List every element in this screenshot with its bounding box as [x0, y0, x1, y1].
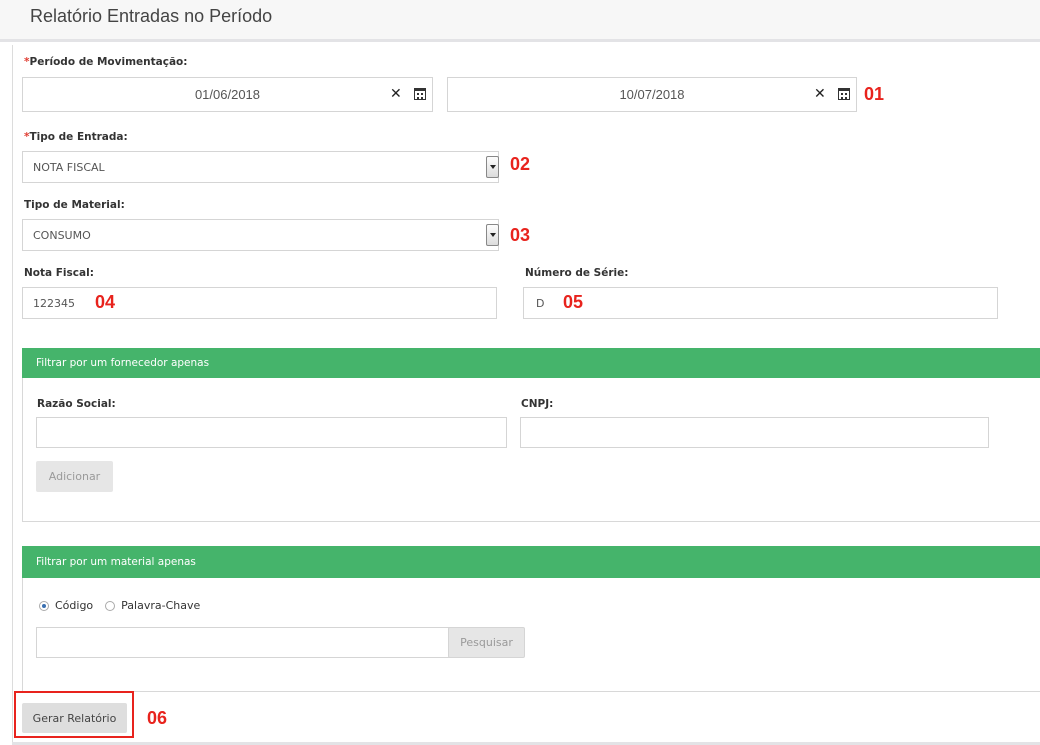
numero-serie-value: D	[536, 296, 545, 310]
tipo-entrada-label-text: Tipo de Entrada:	[29, 131, 128, 143]
nota-fiscal-label: Nota Fiscal:	[24, 267, 94, 279]
annotation-05: 05	[563, 292, 584, 312]
annotation-02: 02	[510, 154, 531, 174]
calendar-icon[interactable]	[838, 88, 850, 100]
radio-palavra-chave[interactable]	[105, 600, 116, 611]
generate-report-button[interactable]: Gerar Relatório	[22, 703, 127, 733]
razao-social-input[interactable]	[36, 417, 507, 448]
nota-fiscal-input[interactable]: 122345	[22, 287, 497, 319]
periodo-label-text: Período de Movimentação:	[29, 56, 188, 68]
period-end-input[interactable]: 10/07/2018 ✕	[447, 77, 857, 112]
radio-palavra-chave-label: Palavra-Chave	[121, 599, 201, 612]
annotation-06: 06	[147, 708, 168, 728]
close-icon[interactable]: ✕	[390, 87, 402, 101]
radio-codigo-label: Código	[55, 599, 94, 612]
search-mode-radios: Código Palavra-Chave	[39, 599, 200, 612]
cnpj-input[interactable]	[520, 417, 989, 448]
material-panel-title: Filtrar por um material apenas	[22, 546, 1040, 578]
tipo-entrada-select[interactable]: NOTA FISCAL	[22, 151, 499, 183]
calendar-icon[interactable]	[414, 88, 426, 100]
annotation-01: 01	[864, 84, 885, 104]
fornecedor-panel-title: Filtrar por um fornecedor apenas	[22, 348, 1040, 378]
add-supplier-button[interactable]: Adicionar	[36, 461, 113, 492]
periodo-label: *Período de Movimentação:	[24, 56, 187, 68]
period-start-value: 01/06/2018	[194, 87, 261, 102]
razao-social-label: Razão Social:	[37, 398, 116, 410]
chevron-down-icon[interactable]	[486, 156, 499, 178]
numero-serie-label: Número de Série:	[525, 267, 629, 279]
period-start-input[interactable]: 01/06/2018 ✕	[22, 77, 433, 112]
radio-codigo[interactable]	[39, 600, 49, 611]
search-button[interactable]: Pesquisar	[448, 627, 525, 658]
nota-fiscal-value: 122345	[33, 296, 75, 310]
tipo-entrada-value: NOTA FISCAL	[33, 160, 105, 174]
close-icon[interactable]: ✕	[814, 87, 826, 101]
chevron-down-icon[interactable]	[486, 224, 499, 246]
page-title: Relatório Entradas no Período	[30, 6, 273, 26]
tipo-entrada-label: *Tipo de Entrada:	[24, 131, 128, 143]
tipo-material-label: Tipo de Material:	[24, 199, 125, 211]
period-end-value: 10/07/2018	[619, 87, 685, 102]
tipo-material-value: CONSUMO	[33, 228, 91, 242]
annotation-04: 04	[95, 292, 116, 312]
numero-serie-input[interactable]: D	[523, 287, 998, 319]
tipo-material-select[interactable]: CONSUMO	[22, 219, 499, 251]
cnpj-label: CNPJ:	[521, 398, 554, 410]
material-search-input[interactable]	[36, 627, 450, 658]
annotation-03: 03	[510, 225, 531, 245]
